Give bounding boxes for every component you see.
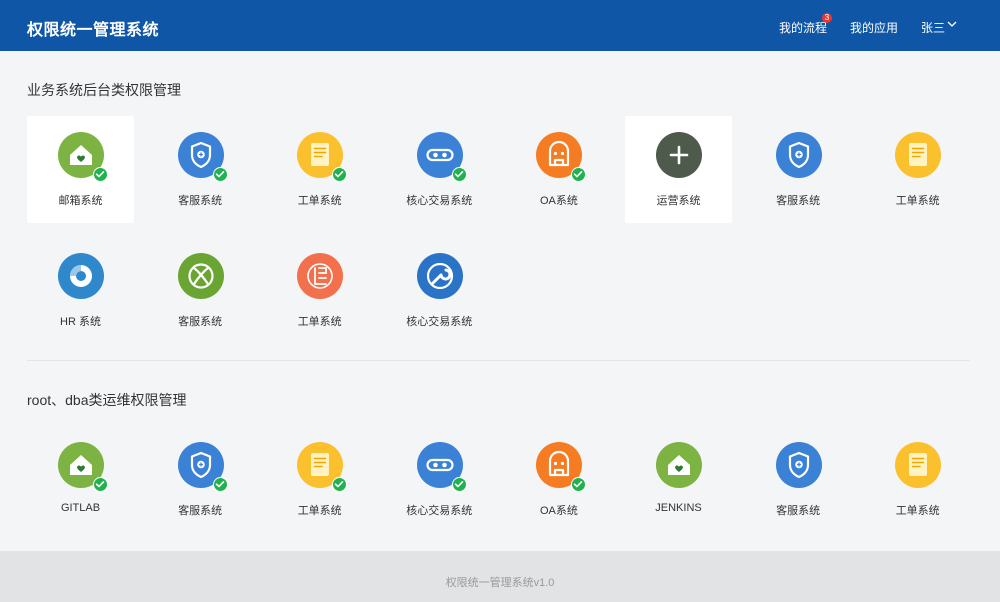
chevron-down-icon[interactable] xyxy=(946,18,958,30)
app-title: 权限统一管理系统 xyxy=(27,22,160,39)
app-tile[interactable]: JENKINS xyxy=(625,426,732,533)
app-tile-label: HR 系统 xyxy=(60,316,101,328)
app-tile-label: OA系统 xyxy=(539,195,578,207)
link-icon xyxy=(416,442,467,492)
app-tile-label: 工单系统 xyxy=(297,195,342,207)
app-tile[interactable]: HR 系统 xyxy=(27,237,134,344)
app-tile-label: 邮箱系统 xyxy=(58,195,103,207)
shield-icon xyxy=(775,442,822,488)
circuit-icon xyxy=(297,253,344,299)
shield-icon xyxy=(775,132,822,178)
app-tile[interactable]: 客服系统 xyxy=(147,237,254,344)
app-tile[interactable]: 工单系统 xyxy=(266,116,373,223)
section-title-ops: root、dba类运维权限管理 xyxy=(27,392,187,408)
check-badge-icon xyxy=(332,477,348,492)
app-tile[interactable]: 客服系统 xyxy=(147,116,254,223)
app-tile[interactable]: 工单系统 xyxy=(864,116,971,223)
check-badge-icon xyxy=(571,167,587,182)
app-tile-label: JENKINS xyxy=(655,502,702,514)
app-tile-label: GITLAB xyxy=(60,502,101,514)
house-heart-icon xyxy=(58,132,108,182)
app-tile[interactable]: 客服系统 xyxy=(745,116,852,223)
app-tile[interactable]: OA系统 xyxy=(505,116,612,223)
app-tile-label: 工单系统 xyxy=(297,505,342,517)
check-badge-icon xyxy=(93,167,108,182)
notification-badge: 3 xyxy=(822,13,832,23)
app-tile[interactable]: 运营系统 xyxy=(625,116,732,223)
house-heart-icon xyxy=(656,442,702,488)
app-tile-label: 工单系统 xyxy=(895,505,940,517)
document-icon xyxy=(297,442,348,492)
shield-icon xyxy=(177,132,228,182)
app-tile[interactable]: 工单系统 xyxy=(864,426,971,533)
app-tile[interactable]: 客服系统 xyxy=(745,426,852,533)
app-tile-label: 客服系统 xyxy=(178,316,223,328)
donut-icon xyxy=(58,253,104,299)
app-tile-label: 客服系统 xyxy=(178,195,223,207)
app-tile-label: 工单系统 xyxy=(895,195,940,207)
app-tile[interactable]: OA系统 xyxy=(505,426,612,533)
xbox-icon xyxy=(177,253,224,299)
section-title-business: 业务系统后台类权限管理 xyxy=(27,82,181,98)
robot-icon xyxy=(536,442,587,492)
app-tile[interactable]: 核心交易系统 xyxy=(386,237,493,344)
check-badge-icon xyxy=(451,477,467,492)
check-badge-icon xyxy=(93,477,108,492)
document-icon xyxy=(895,132,942,178)
check-badge-icon xyxy=(212,477,228,492)
app-tile[interactable]: 核心交易系统 xyxy=(386,426,493,533)
check-badge-icon xyxy=(332,167,348,182)
app-tile-label: 核心交易系统 xyxy=(406,195,473,207)
top-header: 权限统一管理系统 我的流程 3 我的应用 张三 xyxy=(0,0,1000,51)
footer-version-text: 权限统一管理系统v1.0 xyxy=(445,577,555,589)
app-tile-label: OA系统 xyxy=(539,505,578,517)
page-footer: 权限统一管理系统v1.0 xyxy=(0,551,1000,602)
app-tile[interactable]: 邮箱系统 xyxy=(27,116,134,223)
app-tile-label: 运营系统 xyxy=(656,195,701,207)
check-badge-icon xyxy=(571,477,587,492)
app-tile[interactable]: 核心交易系统 xyxy=(386,116,493,223)
user-menu[interactable]: 张三 xyxy=(921,19,945,36)
shield-icon xyxy=(177,442,228,492)
app-tile[interactable]: GITLAB xyxy=(27,426,134,533)
app-tile-label: 核心交易系统 xyxy=(406,505,473,517)
my-apps-link[interactable]: 我的应用 xyxy=(850,19,898,36)
app-tile[interactable]: 工单系统 xyxy=(266,237,373,344)
document-icon xyxy=(895,442,942,488)
my-flow-link[interactable]: 我的流程 xyxy=(779,19,827,36)
house-heart-icon xyxy=(58,442,108,492)
check-badge-icon xyxy=(451,167,467,182)
robot-icon xyxy=(536,132,587,182)
app-tile[interactable]: 客服系统 xyxy=(147,426,254,533)
app-tile-label: 客服系统 xyxy=(776,505,821,517)
app-tile-label: 客服系统 xyxy=(178,505,223,517)
check-badge-icon xyxy=(212,167,228,182)
wrench-icon xyxy=(416,253,463,299)
link-icon xyxy=(416,132,467,182)
plus-icon xyxy=(656,132,702,178)
app-tile-label: 工单系统 xyxy=(297,316,342,328)
section-divider xyxy=(27,360,970,361)
app-tile-label: 客服系统 xyxy=(776,195,821,207)
app-tile[interactable]: 工单系统 xyxy=(266,426,373,533)
document-icon xyxy=(297,132,348,182)
app-tile-label: 核心交易系统 xyxy=(406,316,473,328)
